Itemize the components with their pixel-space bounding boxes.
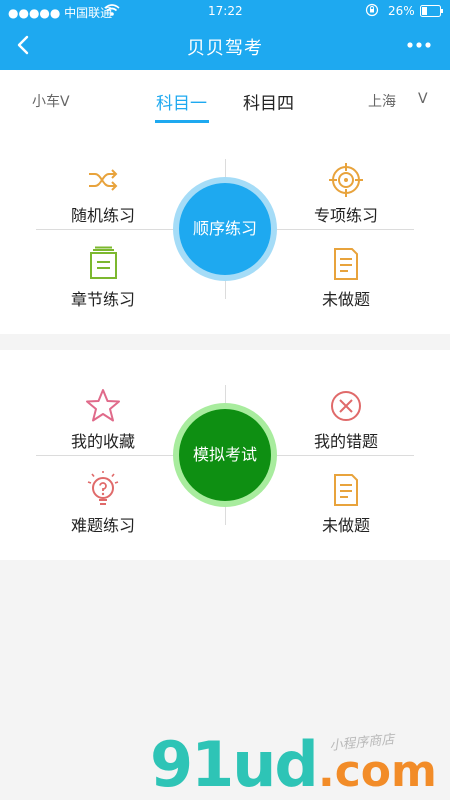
shuffle-icon — [89, 169, 118, 191]
topic-practice-button[interactable]: 专项练习 — [286, 160, 406, 226]
exam-panel: 我的收藏 我的错题 难题练习 未做题 模拟考试 — [0, 350, 450, 560]
svg-text:.com: .com — [318, 746, 437, 797]
subject-tab-bar: 小车V 科目一 科目四 上海 V — [0, 70, 450, 125]
car-type-selector[interactable]: 小车V — [32, 91, 70, 111]
watermark-logo: 91ud .com 小程序商店 — [150, 728, 437, 798]
more-dots-icon — [407, 42, 431, 48]
active-tab-indicator — [155, 120, 209, 123]
unanswered-button[interactable]: 未做题 — [286, 244, 406, 310]
close-circle-icon — [331, 391, 361, 421]
chapter-practice-button[interactable]: 章节练习 — [43, 244, 163, 310]
lightbulb-question-icon — [87, 471, 119, 505]
mock-exam-label: 模拟考试 — [179, 409, 271, 501]
battery-percent: 26% — [388, 4, 415, 18]
mistakes-label: 我的错题 — [313, 432, 378, 451]
practice-panel: 随机练习 专项练习 章节练习 未做题 顺序练习 — [0, 124, 450, 334]
wifi-icon — [104, 3, 120, 20]
city-selector[interactable]: 上海 — [368, 91, 396, 111]
more-options-button[interactable] — [406, 38, 432, 49]
city-chevron[interactable]: V — [418, 91, 428, 107]
mock-exam-button[interactable]: 模拟考试 — [173, 403, 277, 507]
hard-questions-button[interactable]: 难题练习 — [43, 470, 163, 536]
tab-subject-four[interactable]: 科目四 — [243, 89, 294, 114]
page-title: 贝贝驾考 — [187, 38, 263, 59]
document-icon — [334, 248, 358, 280]
sequential-practice-label: 顺序练习 — [179, 183, 271, 275]
mistakes-button[interactable]: 我的错题 — [286, 386, 406, 452]
chapter-practice-label: 章节练习 — [70, 290, 135, 309]
hard-questions-label: 难题练习 — [70, 516, 135, 535]
status-time: 17:22 — [208, 4, 243, 18]
sequential-practice-button[interactable]: 顺序练习 — [173, 177, 277, 281]
star-icon — [86, 389, 120, 422]
topic-practice-label: 专项练习 — [313, 206, 378, 225]
carrier-label: ●●●●● 中国联通 — [8, 6, 113, 20]
random-practice-button[interactable]: 随机练习 — [43, 160, 163, 226]
document-icon — [334, 474, 358, 506]
target-icon — [329, 163, 363, 197]
lock-rotation-icon — [365, 3, 379, 20]
unanswered-exam-label: 未做题 — [321, 516, 370, 535]
unanswered-label: 未做题 — [321, 290, 370, 309]
status-bar: ●●●●● 中国联通 17:22 26% — [0, 0, 450, 22]
battery-icon — [420, 5, 444, 20]
navigation-bar: 贝贝驾考 — [0, 22, 450, 70]
random-practice-label: 随机练习 — [70, 206, 135, 225]
book-stack-icon — [90, 246, 117, 279]
unanswered-exam-button[interactable]: 未做题 — [286, 470, 406, 536]
tab-subject-one[interactable]: 科目一 — [156, 89, 207, 114]
favorites-label: 我的收藏 — [70, 432, 135, 451]
favorites-button[interactable]: 我的收藏 — [43, 386, 163, 452]
svg-text:91ud: 91ud — [150, 728, 317, 798]
